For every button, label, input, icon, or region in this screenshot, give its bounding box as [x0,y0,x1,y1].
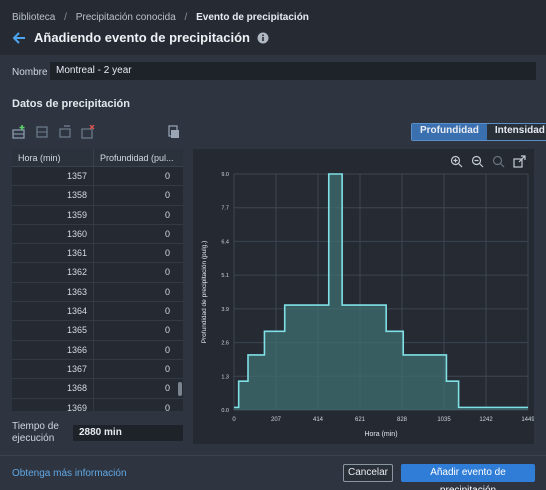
breadcrumb-separator: / [184,12,188,23]
breadcrumb-item-known-precipitation[interactable]: Precipitación conocida [76,12,176,23]
y-tick-label: 7.7 [221,206,229,212]
x-tick-label: 621 [355,417,366,423]
execution-time-label: Tiempo de ejecución [12,421,59,444]
name-label: Nombre [12,67,48,78]
column-header-time[interactable]: Hora (min) [12,149,94,166]
cell-depth[interactable]: 0 [94,206,176,224]
cell-time[interactable]: 1363 [12,282,94,302]
breadcrumb-separator: / [64,12,67,23]
table-header: Hora (min) Profundidad (pul... [12,149,183,167]
breadcrumb-item-library[interactable]: Biblioteca [12,12,55,23]
cell-time[interactable]: 1369 [12,398,94,411]
cell-time[interactable]: 1364 [12,302,94,321]
table-row[interactable]: 1365 0 [12,321,183,341]
x-tick-label: 1449 [521,417,534,423]
table-row[interactable]: 1363 0 [12,282,183,303]
add-precipitation-event-button[interactable]: Añadir evento de precipitación [401,464,535,490]
x-tick-label: 207 [271,417,282,423]
delete-row-icon[interactable] [58,125,72,139]
x-tick-label: 0 [232,417,236,423]
cell-time[interactable]: 1362 [12,263,94,282]
x-axis-label: Hora (min) [364,431,397,438]
x-tick-label: 1035 [437,417,451,423]
cell-depth[interactable]: 0 [94,341,176,359]
table-row[interactable]: 1368 0 [12,379,183,399]
cell-time[interactable]: 1366 [12,340,94,359]
x-tick-label: 414 [313,417,324,423]
back-arrow-icon[interactable] [12,31,26,45]
y-tick-label: 2.6 [221,341,229,347]
table-row[interactable]: 1359 0 [12,205,183,225]
toggle-intensity[interactable]: Intensidad [486,124,546,140]
y-axis-label: Profundidad de precipitación (pulg.) [201,241,208,344]
table-body: 1357 0 1358 0 1359 0 1360 0 1361 0 1362 0 1363 0 1364 0… [12,167,183,411]
section-title: Datos de precipitación [12,98,130,110]
table-row[interactable]: 1362 0 [12,263,183,283]
cell-time[interactable]: 1368 [12,379,94,398]
table-row[interactable]: 1360 0 [12,224,183,245]
table-toolbar [12,125,95,139]
depth-intensity-toggle: Profundidad Intensidad [411,123,546,141]
cell-depth[interactable]: 0 [94,263,176,281]
cell-depth[interactable]: 0 [94,283,176,301]
cell-depth[interactable]: 0 [94,399,176,411]
y-tick-label: 0.0 [221,408,229,414]
cell-time[interactable]: 1358 [12,186,94,205]
table-row[interactable]: 1364 0 [12,302,183,322]
cell-depth[interactable]: 0 [94,321,176,339]
cell-depth[interactable]: 0 [94,167,176,185]
y-tick-label: 9.0 [221,172,229,178]
info-icon[interactable] [257,32,269,44]
cancel-button[interactable]: Cancelar [343,464,393,482]
column-header-depth[interactable]: Profundidad (pul... [94,149,176,166]
table-row[interactable]: 1367 0 [12,359,183,380]
y-tick-label: 1.3 [221,374,229,380]
execution-time-input[interactable]: 2880 min [73,425,183,441]
paste-icon[interactable] [166,125,180,139]
page-title: Añadiendo evento de precipitación [34,30,250,45]
name-input[interactable]: Montreal - 2 year [50,62,536,80]
cell-time[interactable]: 1361 [12,244,94,263]
cell-time[interactable]: 1357 [12,167,94,186]
table-row[interactable]: 1358 0 [12,186,183,206]
cell-time[interactable]: 1365 [12,321,94,340]
cell-time[interactable]: 1359 [12,205,94,224]
clear-table-icon[interactable] [81,125,95,139]
chart-panel: 0 207 414 621 828 1035 1242 1449 0.0 1.3 2.6 3.9 5.1… [193,149,534,444]
y-tick-label: 5.1 [221,273,229,279]
breadcrumb: Biblioteca / Precipitación conocida / Ev… [12,12,309,23]
toggle-depth[interactable]: Profundidad [412,124,487,140]
x-tick-label: 1242 [479,417,493,423]
cell-depth[interactable]: 0 [94,302,176,320]
cell-depth[interactable]: 0 [94,244,176,262]
cell-depth[interactable]: 0 [94,360,176,378]
table-row[interactable]: 1366 0 [12,340,183,360]
footer-divider [0,455,546,456]
table-row[interactable]: 1357 0 [12,167,183,187]
add-row-icon[interactable] [12,125,26,139]
insert-row-icon[interactable] [35,125,49,139]
precipitation-chart: 0 207 414 621 828 1035 1242 1449 0.0 1.3 2.6 3.9 5.1… [201,172,534,438]
cell-time[interactable]: 1367 [12,359,94,379]
header: Biblioteca / Precipitación conocida / Ev… [0,0,546,55]
cell-time[interactable]: 1360 [12,224,94,244]
table-row[interactable]: 1369 0 [12,398,183,411]
y-tick-label: 6.4 [221,239,229,245]
x-tick-label: 828 [397,417,408,423]
precipitation-table: Hora (min) Profundidad (pul... 1357 0 1358… [12,149,183,411]
title-row: Añadiendo evento de precipitación [12,30,269,45]
table-scrollbar-thumb[interactable] [178,382,182,396]
cell-depth[interactable]: 0 [94,379,176,397]
learn-more-link[interactable]: Obtenga más información [12,468,127,479]
cell-depth[interactable]: 0 [94,225,176,243]
y-tick-label: 3.9 [221,307,229,313]
breadcrumb-item-current: Evento de precipitación [196,12,309,23]
table-row[interactable]: 1361 0 [12,244,183,264]
cell-depth[interactable]: 0 [94,186,176,204]
